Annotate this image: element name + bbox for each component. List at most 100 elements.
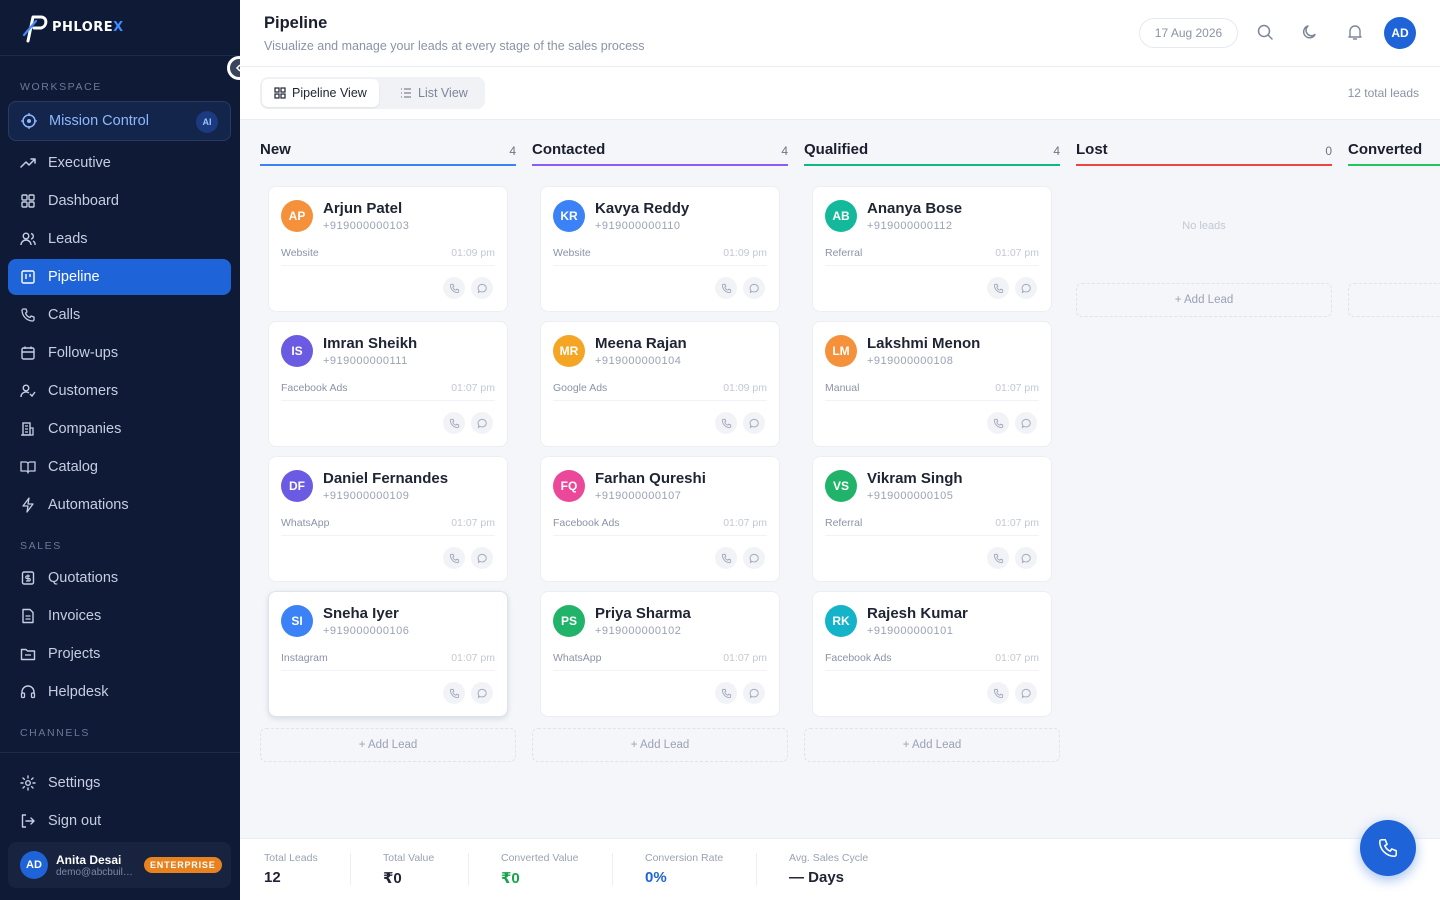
sidebar-item-dashboard[interactable]: Dashboard [8,183,231,219]
add-lead-button[interactable]: + Add Lead [1076,283,1332,317]
call-button[interactable] [987,682,1009,704]
sidebar-item-invoices[interactable]: Invoices [8,598,231,634]
message-button[interactable] [743,412,765,434]
lead-card[interactable]: VS Vikram Singh +919000000105 Referral 01:07… [812,456,1052,582]
add-lead-button[interactable]: + Add Lead [804,728,1060,762]
lead-name: Vikram Singh [867,470,963,487]
message-button[interactable] [1015,547,1037,569]
message-button[interactable] [743,277,765,299]
lead-phone: +919000000110 [595,220,681,232]
bell-icon[interactable] [1346,23,1364,41]
stat-conversion-rate: Conversion Rate 0% [645,852,723,886]
message-button[interactable] [471,412,493,434]
message-button[interactable] [1015,277,1037,299]
lead-card[interactable]: AB Ananya Bose +919000000112 Referral 01:07 … [812,186,1052,312]
sidebar-item-customers[interactable]: Customers [8,373,231,409]
lead-card[interactable]: FQ Farhan Qureshi +919000000107 Facebook Ad… [540,456,780,582]
lead-card[interactable]: LM Lakshmi Menon +919000000108 Manual 01:07 … [812,321,1052,447]
add-lead-button[interactable] [1348,283,1440,317]
message-button[interactable] [1015,412,1037,434]
search-icon[interactable] [1256,23,1274,41]
call-button[interactable] [443,682,465,704]
lead-card[interactable]: AP Arjun Patel +919000000103 Website 01:09 p… [268,186,508,312]
lead-time: 01:07 pm [723,517,767,529]
avatar: SI [281,605,313,637]
card-divider [553,670,767,671]
sidebar-item-automations[interactable]: Automations [8,487,231,523]
lead-phone: +919000000101 [867,625,954,637]
card-divider [281,400,495,401]
lead-card[interactable]: RK Rajesh Kumar +919000000101 Facebook Ads 0… [812,591,1052,717]
sidebar-item-calls[interactable]: Calls [8,297,231,333]
card-divider [553,265,767,266]
call-button[interactable] [715,682,737,704]
lead-time: 01:09 pm [723,247,767,259]
lead-name: Rajesh Kumar [867,605,968,622]
pipeline-view-button[interactable]: Pipeline View [262,79,379,107]
list-view-button[interactable]: List View [388,79,480,107]
message-button[interactable] [743,547,765,569]
call-button[interactable] [715,277,737,299]
chat-icon [477,283,487,293]
moon-icon[interactable] [1301,23,1319,41]
call-button[interactable] [443,412,465,434]
message-button[interactable] [471,547,493,569]
lead-card[interactable]: MR Meena Rajan +919000000104 Google Ads 01:0… [540,321,780,447]
call-button[interactable] [987,547,1009,569]
sidebar-item-quotations[interactable]: Quotations [8,560,231,596]
call-button[interactable] [715,412,737,434]
date-display[interactable]: 17 Aug 2026 [1139,18,1238,48]
stat-divider [612,853,613,885]
sidebar-item-mission-control[interactable]: Mission Control AI [8,101,231,141]
stat-label: Conversion Rate [645,852,724,864]
building-icon [21,422,34,436]
call-button[interactable] [987,412,1009,434]
avatar: VS [825,470,857,502]
brand-logo[interactable]: PHLOREX [0,0,240,56]
grid-icon [21,194,35,208]
add-lead-button[interactable]: + Add Lead [260,728,516,762]
sidebar-item-catalog[interactable]: Catalog [8,449,231,485]
call-button[interactable] [715,547,737,569]
sidebar-item-sign-out[interactable]: Sign out [8,803,231,839]
sidebar-item-pipeline[interactable]: Pipeline [8,259,231,295]
stat-value: — Days [789,869,845,886]
message-button[interactable] [471,277,493,299]
gear-icon [20,775,36,791]
lead-time: 01:09 pm [723,382,767,394]
lead-name: Kavya Reddy [595,200,690,217]
lead-name: Lakshmi Menon [867,335,981,352]
sidebar-item-projects[interactable]: Projects [8,636,231,672]
lead-card[interactable]: PS Priya Sharma +919000000102 WhatsApp 01:07… [540,591,780,717]
dialer-fab-button[interactable] [1360,820,1416,876]
lead-time: 01:07 pm [995,517,1039,529]
sidebar-item-leads[interactable]: Leads [8,221,231,257]
chat-icon [749,553,759,563]
phone-icon [721,283,731,293]
lead-card[interactable]: SI Sneha Iyer +919000000106 Instagram 01:07 … [268,591,508,717]
call-button[interactable] [987,277,1009,299]
lead-phone: +919000000111 [323,355,408,367]
user-profile-card[interactable]: AD Anita Desai demo@abcbuilders.com ENTE… [8,842,231,888]
stat-value: 12 [264,869,281,886]
lead-name: Farhan Qureshi [595,470,706,487]
header-avatar[interactable]: AD [1384,17,1416,49]
sidebar-item-companies[interactable]: Companies [8,411,231,447]
lead-card[interactable]: KR Kavya Reddy +919000000110 Website 01:09 p… [540,186,780,312]
message-button[interactable] [471,682,493,704]
sidebar-item-helpdesk[interactable]: Helpdesk [8,674,231,710]
sidebar-item-executive[interactable]: Executive [8,145,231,181]
stat-label: Total Leads [264,852,318,864]
card-divider [825,535,1039,536]
sidebar-item-follow-ups[interactable]: Follow-ups [8,335,231,371]
message-button[interactable] [743,682,765,704]
call-button[interactable] [443,547,465,569]
add-lead-button[interactable]: + Add Lead [532,728,788,762]
lead-card[interactable]: DF Daniel Fernandes +919000000109 WhatsApp 0… [268,456,508,582]
pipeline-column-qualified: Qualified 4 AB Ananya Bose +919000000112 Refe… [804,120,1060,838]
message-button[interactable] [1015,682,1037,704]
lead-card[interactable]: IS Imran Sheikh +919000000111 Facebook Ads 0… [268,321,508,447]
avatar: DF [281,470,313,502]
call-button[interactable] [443,277,465,299]
sidebar-item-settings[interactable]: Settings [8,765,231,801]
